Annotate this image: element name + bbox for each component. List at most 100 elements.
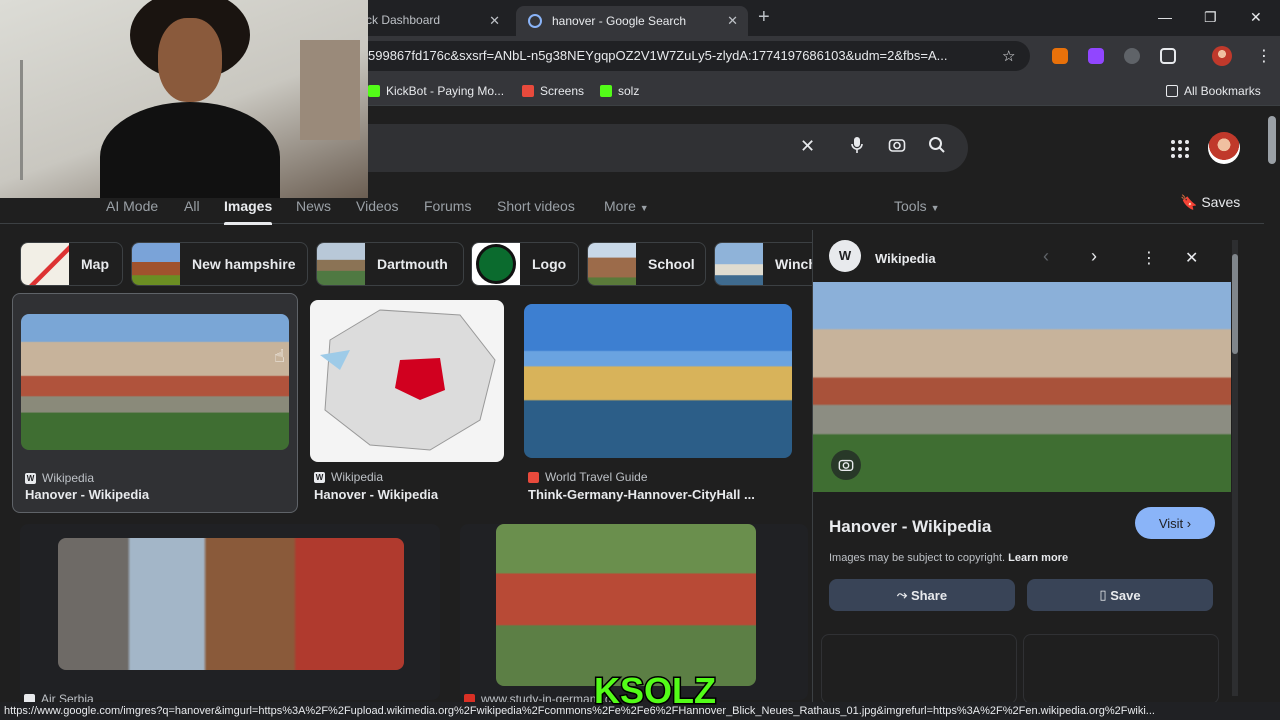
apps-grid-icon[interactable]	[1170, 139, 1190, 159]
account-avatar[interactable]	[1208, 132, 1240, 164]
tab-videos[interactable]: Videos	[356, 198, 399, 214]
bookmark-kickbot[interactable]: KickBot - Paying Mo...	[368, 84, 504, 98]
wikipedia-icon: W	[25, 472, 36, 484]
related-placeholder	[821, 634, 1017, 704]
search-icon[interactable]	[928, 136, 946, 159]
result-image	[310, 300, 504, 462]
panel-title[interactable]: Hanover - Wikipedia	[829, 517, 991, 537]
save-label: Save	[1110, 587, 1141, 603]
bookmark-label: Screens	[540, 84, 585, 98]
chip-thumbnail	[21, 243, 69, 285]
result-source: W Wikipedia	[314, 470, 383, 484]
chip-label: Dartmouth	[377, 256, 448, 272]
previous-icon[interactable]: ‹	[1043, 246, 1049, 267]
chip-thumbnail	[317, 243, 365, 285]
bookmark-label: solz	[618, 84, 640, 98]
close-panel-icon[interactable]: ✕	[1185, 248, 1198, 268]
google-icon	[528, 14, 542, 28]
chip-dartmouth[interactable]: Dartmouth	[316, 242, 464, 286]
close-icon[interactable]: ✕	[489, 13, 500, 29]
hannover96-logo-icon	[476, 244, 516, 284]
result-image	[496, 524, 756, 686]
tab-google-search[interactable]: hanover - Google Search ✕	[516, 6, 748, 36]
tab-ai-mode[interactable]: AI Mode	[106, 198, 158, 214]
address-url: 599867fd176c&sxsrf=ANbL-n5g38NEYgqpOZ2V1…	[368, 48, 948, 63]
visit-button[interactable]: Visit ›	[1135, 507, 1215, 539]
tab-all[interactable]: All	[184, 198, 200, 214]
tab-news[interactable]: News	[296, 198, 331, 214]
image-result[interactable]: Air Serbia	[20, 524, 440, 706]
address-bar[interactable]: 599867fd176c&sxsrf=ANbL-n5g38NEYgqpOZ2V1…	[350, 41, 1030, 71]
menu-kebab-icon[interactable]: ⋮	[1256, 46, 1272, 66]
kickbot-icon	[368, 85, 380, 97]
chip-label: Map	[81, 256, 109, 272]
source-label: Wikipedia	[331, 470, 384, 484]
caret-down-icon: ▼	[930, 203, 940, 213]
bookmark-star-icon[interactable]: ☆	[1002, 47, 1015, 65]
image-result[interactable]: World Travel Guide Think-Germany-Hannove…	[524, 304, 792, 510]
chip-label: Logo	[532, 256, 567, 272]
extension-icon[interactable]	[1052, 48, 1068, 64]
learn-more-link[interactable]: Learn more	[1008, 552, 1068, 564]
all-bookmarks[interactable]: All Bookmarks	[1166, 84, 1261, 98]
bookmark-solz[interactable]: solz	[600, 84, 639, 98]
microphone-icon[interactable]	[850, 136, 864, 159]
chip-winch[interactable]: Winch	[714, 242, 812, 286]
chip-map[interactable]: Map	[20, 242, 123, 286]
bookmark-screens[interactable]: Screens	[522, 84, 584, 98]
panel-source[interactable]: Wikipedia	[875, 251, 936, 266]
image-result-selected[interactable]: W Wikipedia Hanover - Wikipedia	[12, 293, 298, 513]
chip-school[interactable]: School	[587, 242, 706, 286]
saves-label: Saves	[1201, 194, 1241, 210]
twitch-icon[interactable]	[1088, 48, 1104, 64]
extension-icon[interactable]	[1124, 48, 1140, 64]
image-result[interactable]: W Wikipedia Hanover - Wikipedia	[310, 300, 504, 510]
tab-images[interactable]: Images	[224, 198, 272, 214]
tab-more[interactable]: More ▼	[604, 198, 649, 214]
clear-icon[interactable]: ✕	[800, 136, 815, 157]
next-icon[interactable]: ›	[1091, 246, 1097, 267]
restore-button[interactable]: ❐	[1204, 9, 1217, 26]
search-nav-tabs: AI Mode All Images News Videos Forums Sh…	[0, 194, 1280, 225]
minimize-button[interactable]: —	[1158, 9, 1172, 25]
profile-avatar[interactable]	[1212, 46, 1232, 66]
chip-logo[interactable]: Logo	[471, 242, 579, 286]
chip-new-hampshire[interactable]: New hampshire	[131, 242, 308, 286]
page-scrollbar-thumb[interactable]	[1268, 116, 1276, 164]
page-scrollbar[interactable]	[1264, 106, 1280, 702]
puzzle-icon[interactable]	[1160, 48, 1176, 64]
result-title[interactable]: Hanover - Wikipedia	[314, 487, 438, 502]
copyright-notice: Images may be subject to copyright. Lear…	[829, 552, 1068, 564]
worldtravelguide-icon	[528, 471, 539, 483]
preview-image[interactable]	[813, 282, 1231, 492]
active-tab-indicator	[224, 222, 272, 225]
chip-label: Winch	[775, 256, 812, 272]
screens-icon	[522, 85, 534, 97]
save-button[interactable]: ▯ Save	[1027, 579, 1213, 611]
search-input[interactable]: ✕	[330, 124, 968, 172]
tab-short-videos[interactable]: Short videos	[497, 198, 575, 214]
chip-label: School	[648, 256, 695, 272]
result-title[interactable]: Think-Germany-Hannover-CityHall ...	[528, 487, 755, 502]
bookmark-icon: 🔖	[1180, 194, 1198, 210]
saves-button[interactable]: 🔖 Saves	[1180, 194, 1240, 211]
result-image	[524, 304, 792, 458]
ksolz-watermark-logo: KSOLZ	[582, 668, 728, 713]
more-options-icon[interactable]: ⋮	[1141, 248, 1157, 268]
wikipedia-icon: W	[314, 471, 325, 483]
mouse-cursor-icon: ☝	[274, 346, 285, 366]
tab-forums[interactable]: Forums	[424, 198, 471, 214]
lens-icon[interactable]	[831, 450, 861, 480]
new-tab-button[interactable]: +	[758, 6, 770, 29]
tools-button[interactable]: Tools ▼	[894, 198, 940, 214]
tools-label: Tools	[894, 198, 927, 214]
streamer-figure	[100, 0, 280, 198]
window-close-button[interactable]: ✕	[1250, 9, 1262, 26]
chevron-right-icon: ›	[1186, 515, 1192, 531]
folder-icon	[1166, 85, 1178, 97]
lens-icon[interactable]	[888, 136, 906, 159]
close-icon[interactable]: ✕	[727, 13, 738, 29]
result-title[interactable]: Hanover - Wikipedia	[25, 487, 149, 502]
share-button[interactable]: ⤳ Share	[829, 579, 1015, 611]
panel-scrollbar-thumb[interactable]	[1232, 254, 1238, 354]
